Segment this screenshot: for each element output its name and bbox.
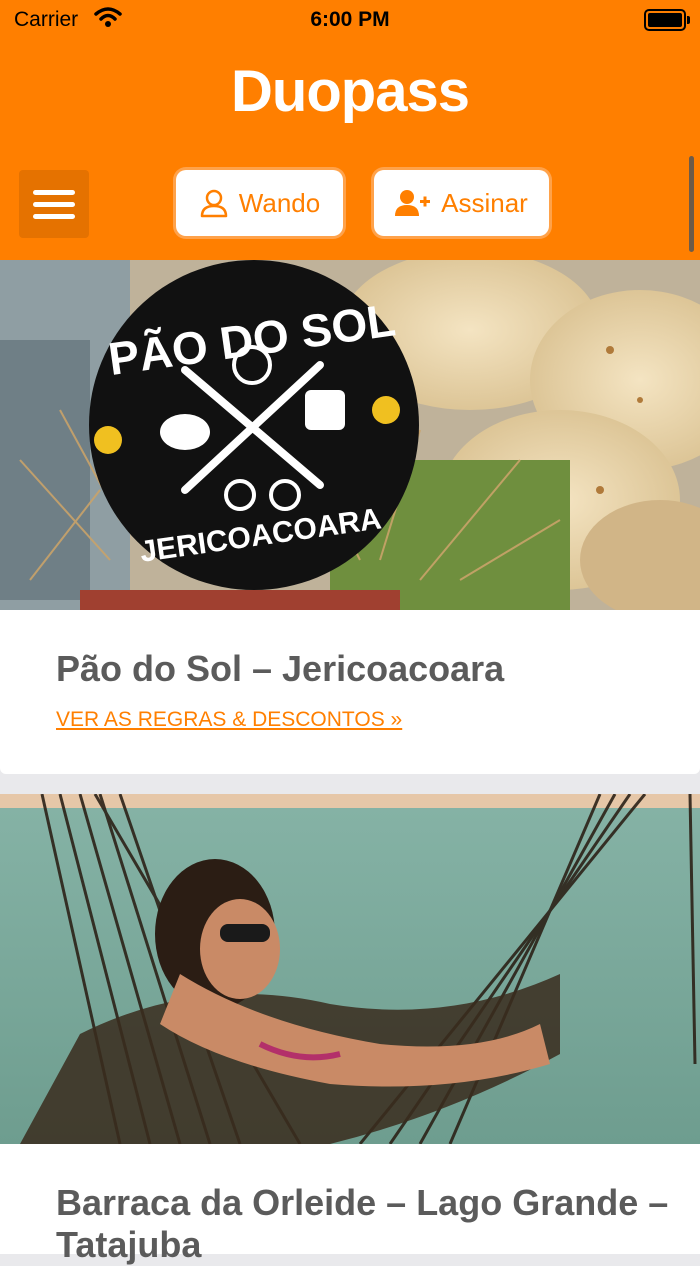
listing-card[interactable]: Barraca da Orleide – Lago Grande – Tataj… <box>0 794 700 1265</box>
listing-image <box>0 794 700 1144</box>
scrollbar[interactable] <box>689 156 694 252</box>
subscribe-button-label: Assinar <box>441 187 528 218</box>
listing-title[interactable]: Barraca da Orleide – Lago Grande – Tataj… <box>56 1182 676 1266</box>
subscribe-button[interactable]: Assinar <box>374 170 549 236</box>
rules-discounts-link[interactable]: VER AS REGRAS & DESCONTOS » <box>56 708 402 732</box>
listing-card[interactable]: PÃO DO SOL JERICOACOARA Pão do Sol – Jer… <box>0 260 700 774</box>
status-bar: Carrier 6:00 PM <box>0 0 700 40</box>
user-icon <box>200 189 228 218</box>
user-button-label: Wando <box>238 187 321 218</box>
user-account-button[interactable]: Wando <box>176 170 343 236</box>
menu-button[interactable] <box>19 170 89 238</box>
listing-image: PÃO DO SOL JERICOACOARA <box>0 260 700 610</box>
status-time: 6:00 PM <box>310 8 390 31</box>
listing-title[interactable]: Pão do Sol – Jericoacoara <box>56 648 676 690</box>
battery-icon <box>644 9 690 31</box>
app-logo: Duopass <box>231 59 470 124</box>
user-plus-icon <box>395 190 431 216</box>
app-header: Duopass Wando Assinar <box>0 40 700 260</box>
